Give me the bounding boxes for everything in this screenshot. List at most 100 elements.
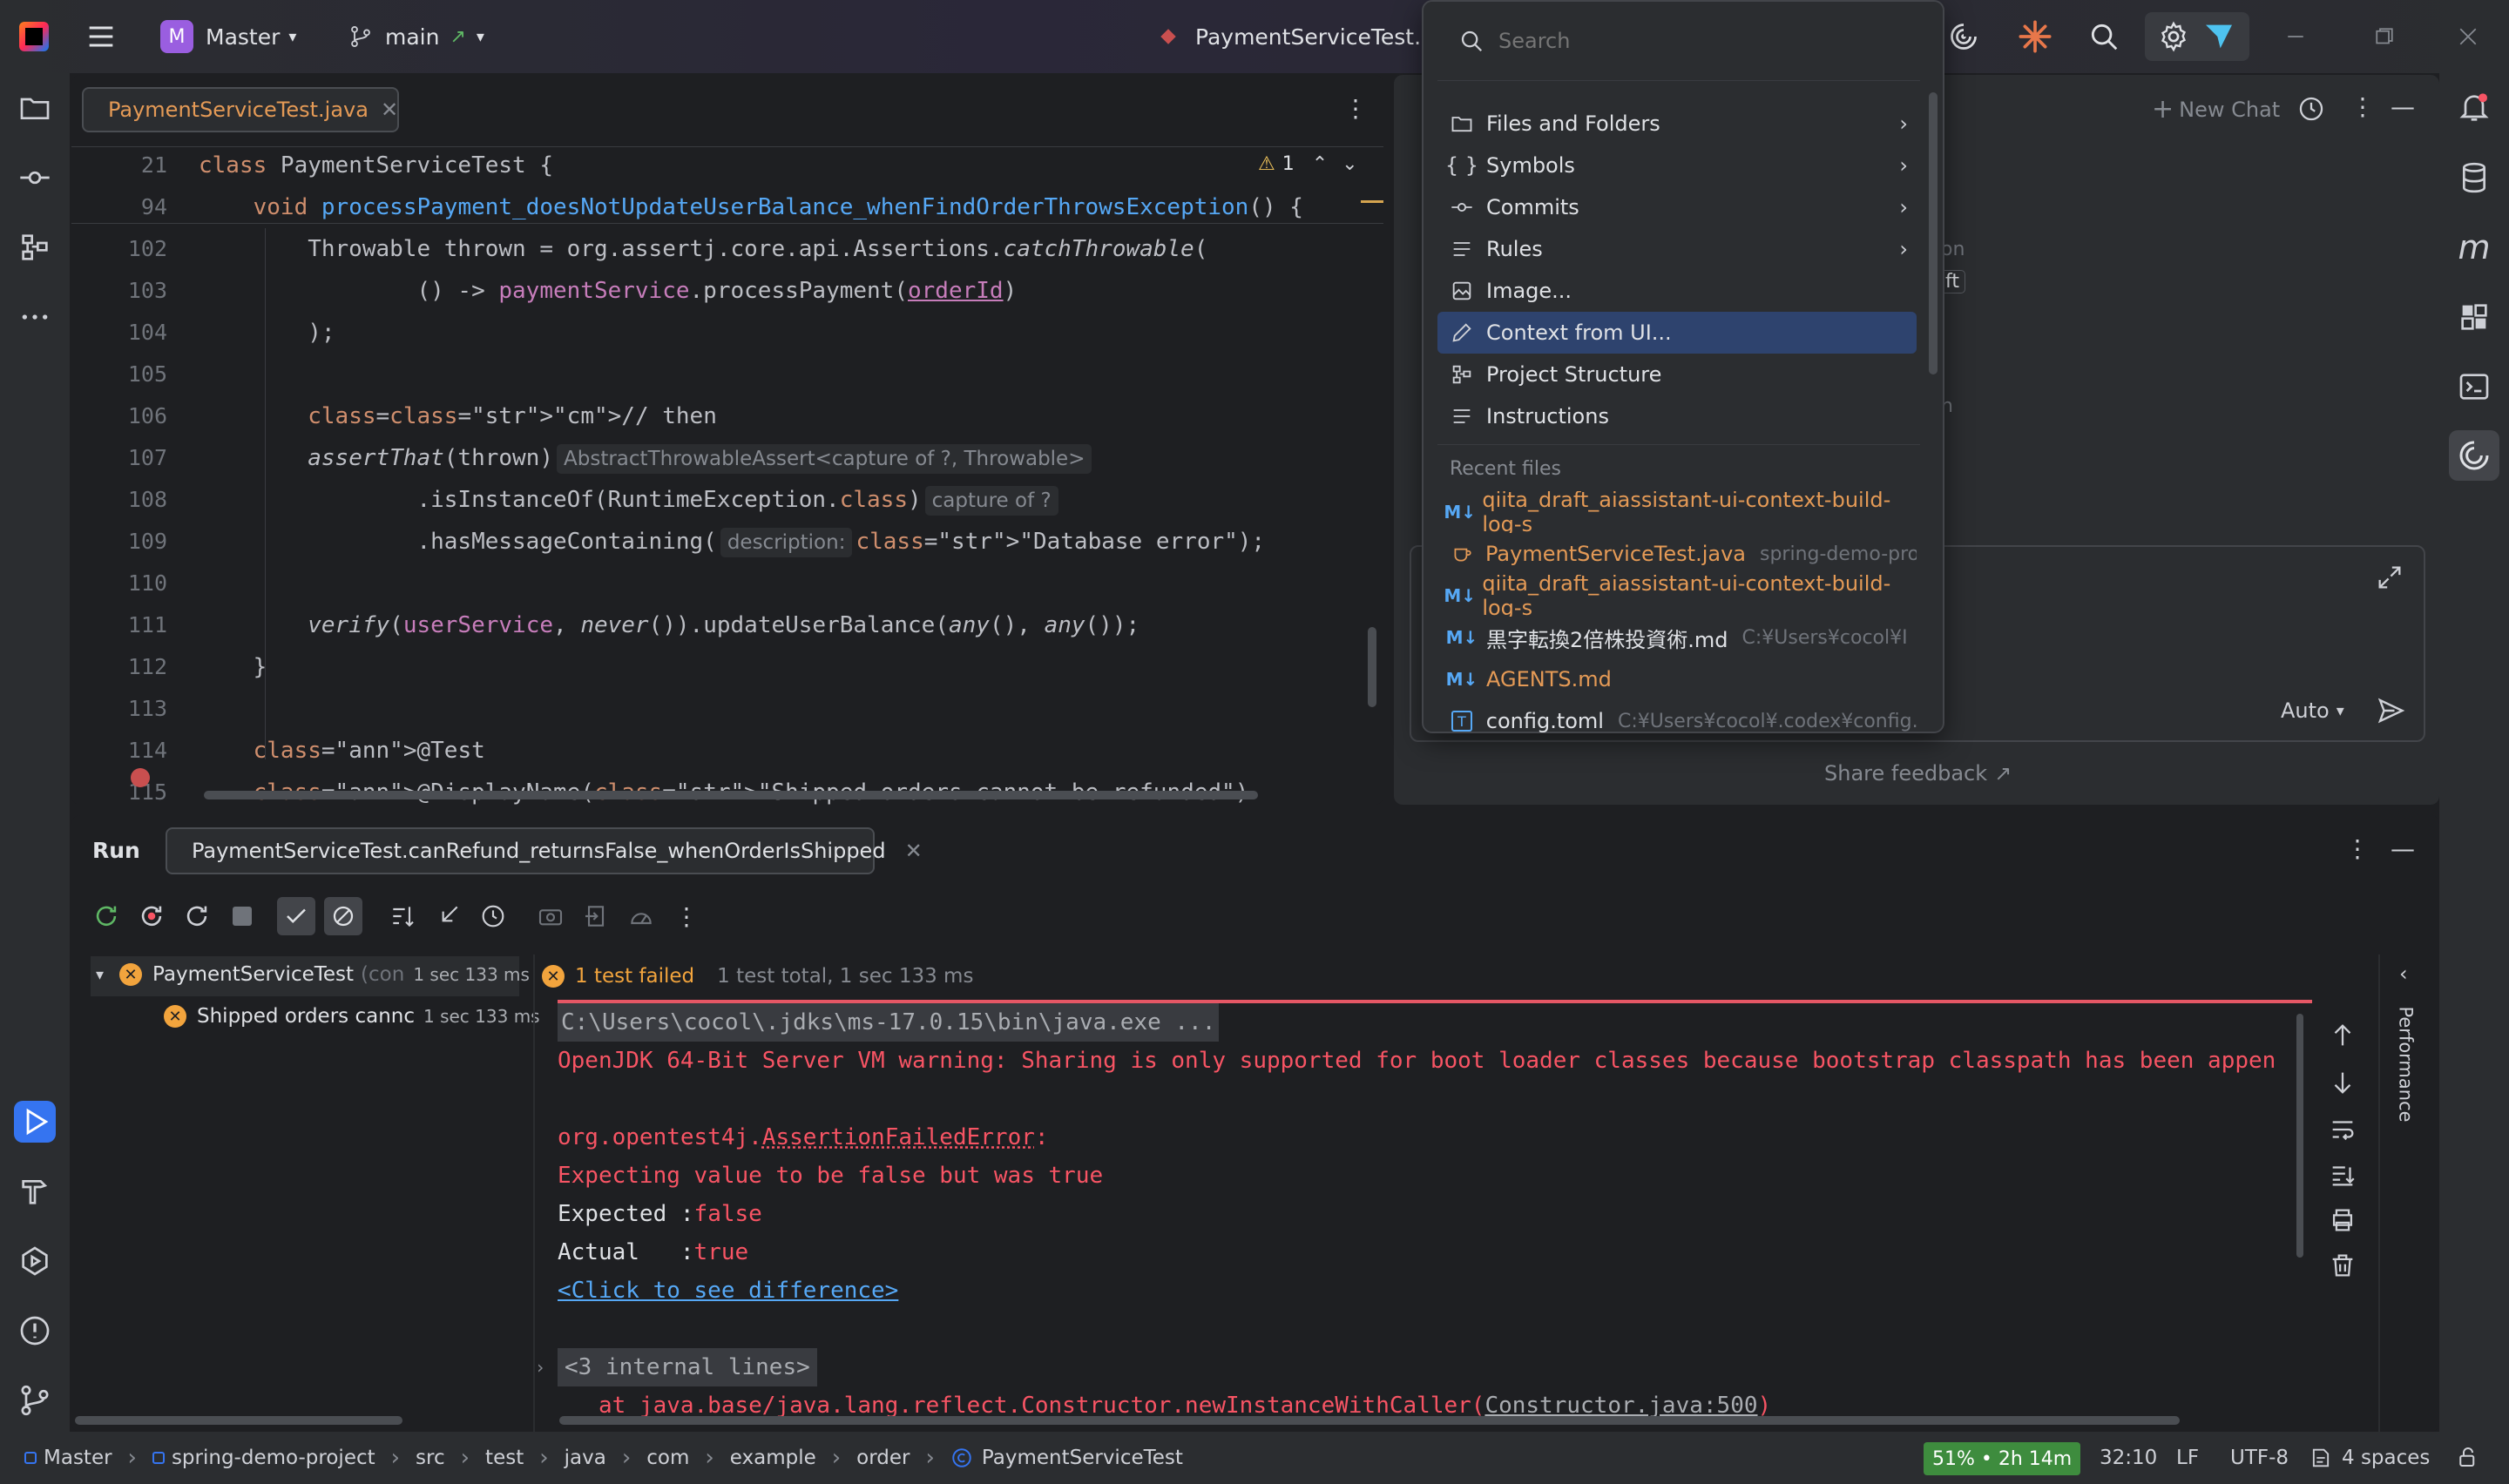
popup-item-symbols[interactable]: { } Symbols ›	[1437, 145, 1917, 186]
coverage-icon[interactable]	[622, 897, 660, 935]
breadcrumb-item[interactable]: com	[646, 1447, 689, 1469]
code-line[interactable]: 113	[71, 690, 1383, 728]
minimize-button[interactable]	[2282, 17, 2309, 56]
soft-wrap-icon[interactable]	[2328, 1115, 2357, 1144]
breadcrumb-item[interactable]: PaymentServiceTest	[950, 1447, 1183, 1469]
expand-icon[interactable]	[2375, 563, 2404, 592]
code-line[interactable]: 115 class="ann">@DisplayName(class="str"…	[71, 773, 1383, 805]
exception-class[interactable]: AssertionFailedError	[762, 1124, 1035, 1150]
code-line[interactable]: 105	[71, 355, 1383, 394]
recent-file-item[interactable]: M↓ qiita_draft_aiassistant-ui-context-bui…	[1437, 575, 1917, 617]
editor-more-icon[interactable]: ⋮	[1343, 94, 1368, 123]
ai-chat-tool-icon[interactable]	[2449, 430, 2499, 481]
test-tree-child[interactable]: ✕ Shipped orders cannc 1 sec 133 ms	[164, 1005, 540, 1028]
settings-button[interactable]	[2145, 12, 2249, 61]
breadcrumb-item[interactable]: order	[856, 1447, 910, 1469]
code-line[interactable]: 108 .isInstanceOf(RuntimeException.class…	[71, 481, 1383, 519]
import-icon[interactable]	[577, 897, 615, 935]
chevron-left-icon[interactable]: ‹	[2399, 961, 2408, 986]
test-fail-gutter-icon[interactable]	[131, 768, 150, 787]
inspection-widget[interactable]: ⚠ 1 ⌃ ⌄	[1258, 153, 1358, 175]
show-ignored-toggle[interactable]	[324, 897, 362, 935]
close-window-button[interactable]	[2455, 17, 2481, 56]
git-icon[interactable]	[14, 1379, 56, 1421]
run-more-icon[interactable]: ⋮	[2345, 834, 2370, 863]
restore-button[interactable]	[2371, 17, 2397, 56]
popup-item-rules[interactable]: Rules ›	[1437, 228, 1917, 270]
vcs-branch-widget[interactable]: main ↗ ▾	[348, 17, 484, 56]
rerun-failed-icon[interactable]	[132, 897, 171, 935]
source-link[interactable]: Constructor.java:500	[1484, 1393, 1757, 1419]
database-icon[interactable]	[2453, 157, 2495, 199]
code-line[interactable]: 94 void processPayment_doesNotUpdateUser…	[71, 188, 1383, 226]
rerun-auto-icon[interactable]	[178, 897, 216, 935]
scroll-to-end-icon[interactable]	[2328, 1160, 2357, 1190]
line-separator[interactable]: LF	[2176, 1432, 2199, 1484]
show-passed-toggle[interactable]	[277, 897, 315, 935]
tree-scrollbar[interactable]	[75, 1416, 402, 1425]
commit-icon[interactable]	[14, 157, 56, 199]
popup-search-input[interactable]	[1498, 19, 1917, 63]
plugin-icon[interactable]	[2453, 296, 2495, 338]
code-line[interactable]: 110	[71, 564, 1383, 603]
popup-item-files-and-folders[interactable]: Files and Folders ›	[1437, 103, 1917, 145]
popup-item-commits[interactable]: Commits ›	[1437, 186, 1917, 228]
code-line[interactable]: 109 .hasMessageContaining(description: cl…	[71, 523, 1383, 561]
indent-widget[interactable]: 4 spaces	[2309, 1432, 2430, 1484]
code-line[interactable]: 21 class PaymentServiceTest {	[71, 146, 1383, 185]
trash-icon[interactable]	[2328, 1251, 2357, 1280]
horizontal-scrollbar[interactable]	[204, 791, 1258, 799]
performance-tab[interactable]: Performance	[2391, 1003, 2422, 1125]
run-tool-icon[interactable]	[14, 1101, 56, 1143]
code-line[interactable]: 103 () -> paymentService.processPayment(…	[71, 272, 1383, 310]
recent-file-item[interactable]: PaymentServiceTest.java spring-demo-pro	[1437, 533, 1917, 575]
history-icon[interactable]	[474, 897, 512, 935]
run-minimize-icon[interactable]: —	[2391, 834, 2415, 863]
claude-icon[interactable]	[2018, 17, 2053, 56]
popup-item-image[interactable]: Image...	[1437, 270, 1917, 312]
console-output[interactable]: C:\Users\cocol\.jdks\ms-17.0.15\bin\java…	[535, 1003, 2309, 1430]
chat-history-icon[interactable]	[2296, 94, 2326, 124]
chat-more-icon[interactable]: ⋮	[2350, 92, 2375, 121]
recent-file-item[interactable]: M↓ 黒字転換2倍株投資術.md C:¥Users¥cocol¥I	[1437, 617, 1917, 658]
popup-item-instructions[interactable]: Instructions	[1437, 395, 1917, 437]
scroll-down-icon[interactable]	[2328, 1068, 2357, 1097]
console-scrollbar[interactable]	[2296, 1014, 2303, 1258]
more-tools-icon[interactable]	[14, 296, 56, 338]
terminal-icon[interactable]	[2453, 366, 2495, 408]
test-tree-root[interactable]: ▾ ✕ PaymentServiceTest (con 1 sec 133 ms	[96, 963, 530, 986]
project-widget[interactable]: M Master ▾	[160, 17, 296, 56]
recent-file-item[interactable]: M↓ qiita_draft_aiassistant-ui-context-bui…	[1437, 491, 1917, 533]
run-tab[interactable]: PaymentServiceTest.canRefund_returnsFals…	[166, 827, 923, 874]
build-hammer-icon[interactable]	[14, 1170, 56, 1212]
breadcrumb-item[interactable]: src	[416, 1447, 445, 1469]
share-feedback-link[interactable]: Share feedback ↗	[1824, 761, 2012, 786]
chevron-down-icon[interactable]: ⌄	[1342, 153, 1357, 175]
breadcrumb-item[interactable]: Master	[24, 1447, 112, 1469]
project-folder-icon[interactable]	[14, 87, 56, 129]
chevron-up-icon[interactable]: ⌃	[1312, 153, 1328, 175]
chat-minimize-icon[interactable]: —	[2391, 92, 2415, 121]
main-menu-icon[interactable]	[84, 17, 118, 56]
file-encoding[interactable]: UTF-8	[2230, 1432, 2289, 1484]
lock-icon[interactable]	[2455, 1444, 2481, 1470]
popup-item-context-from-ui[interactable]: Context from UI...	[1437, 312, 1917, 354]
scroll-up-icon[interactable]	[2328, 1021, 2357, 1050]
vertical-scrollbar[interactable]	[1368, 627, 1376, 707]
code-line[interactable]: 112 }	[71, 648, 1383, 686]
code-line[interactable]: 107 assertThat(thrown) AbstractThrowableA…	[71, 439, 1383, 477]
send-icon[interactable]	[2375, 695, 2406, 726]
recent-file-item[interactable]: M↓ AGENTS.md	[1437, 658, 1917, 700]
breadcrumb-item[interactable]: test	[485, 1447, 524, 1469]
print-icon[interactable]	[2328, 1205, 2357, 1235]
chevron-right-icon[interactable]: ›	[535, 1348, 545, 1386]
internal-lines-fold[interactable]: <3 internal lines>	[558, 1348, 817, 1386]
stop-icon[interactable]	[223, 897, 261, 935]
collapse-icon[interactable]	[429, 897, 467, 935]
screenshot-icon[interactable]	[531, 897, 570, 935]
code-line[interactable]: 106 class=class="str">"cm">// then	[71, 397, 1383, 435]
recent-file-item[interactable]: Tconfig.toml C:¥Users¥cocol¥.codex¥config…	[1437, 700, 1917, 742]
code-line[interactable]: 104 );	[71, 314, 1383, 352]
close-icon[interactable]: ✕	[381, 98, 398, 122]
rerun-icon[interactable]	[87, 897, 125, 935]
